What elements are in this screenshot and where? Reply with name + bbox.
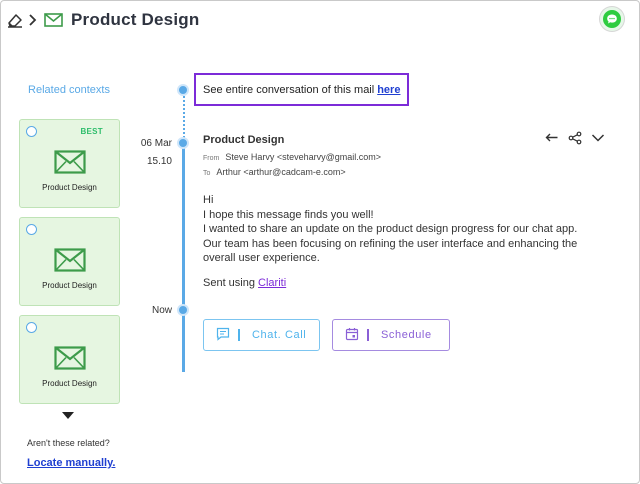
chat-call-label: Chat. Call: [252, 329, 307, 341]
conversation-text: See entire conversation of this mail: [203, 83, 375, 96]
timeline-time: 15.10: [146, 156, 172, 167]
from-label: From: [203, 155, 220, 162]
timeline-date: 06 Mar: [140, 138, 172, 149]
context-radio[interactable]: [26, 224, 37, 235]
sent-using: Sent using Clariti: [203, 277, 286, 289]
reply-icon[interactable]: [545, 132, 559, 144]
context-card[interactable]: Product Design: [19, 217, 120, 306]
chat-icon[interactable]: [600, 7, 624, 31]
timeline-node: [177, 304, 189, 316]
email-to-line: To Arthur <arthur@cadcam-e.com>: [203, 167, 346, 177]
schedule-button[interactable]: Schedule: [332, 319, 450, 351]
context-card[interactable]: Product Design: [19, 315, 120, 404]
share-icon[interactable]: [568, 131, 582, 145]
email-body-line: Our team has been focusing on refining t…: [203, 237, 578, 250]
chevron-right-icon: [28, 13, 38, 27]
chat-call-button[interactable]: Chat. Call: [203, 319, 320, 351]
mail-icon: [54, 346, 86, 375]
conversation-here-link[interactable]: here: [377, 84, 400, 96]
header: Product Design: [6, 8, 199, 32]
eraser-icon[interactable]: [6, 11, 24, 29]
timeline-dotted-line: [183, 96, 185, 138]
from-value: Steve Harvy <steveharvy@gmail.com>: [225, 152, 382, 162]
mail-icon: [44, 13, 63, 27]
email-subject: Product Design: [203, 134, 285, 146]
not-related-text: Aren't these related?: [27, 438, 110, 448]
related-contexts-title: Related contexts: [28, 84, 110, 96]
best-badge: BEST: [80, 127, 103, 136]
locate-manually-link[interactable]: Locate manually.: [27, 457, 115, 469]
timeline-node: [177, 137, 189, 149]
schedule-label: Schedule: [381, 329, 432, 341]
show-more-arrow-icon[interactable]: [62, 412, 74, 419]
context-radio[interactable]: [26, 322, 37, 333]
email-actions: [545, 131, 605, 145]
sent-using-prefix: Sent using: [203, 277, 255, 289]
email-body-line: I wanted to share an update on the produ…: [203, 223, 578, 235]
mail-icon: [54, 248, 86, 277]
context-radio[interactable]: [26, 126, 37, 137]
clariti-link[interactable]: Clariti: [258, 277, 286, 289]
to-label: To: [203, 170, 211, 177]
calendar-icon: [345, 327, 359, 344]
context-card[interactable]: BEST Product Design: [19, 119, 120, 208]
button-divider: [367, 329, 369, 341]
context-card-label: Product Design: [42, 379, 97, 388]
button-divider: [238, 329, 240, 341]
to-value: Arthur <arthur@cadcam-e.com>: [216, 167, 346, 177]
timeline-node: [177, 84, 189, 96]
message-icon: [216, 327, 230, 344]
email-body-line: overall user experience.: [203, 252, 320, 264]
context-card-label: Product Design: [42, 281, 97, 290]
timeline-now: Now: [151, 305, 172, 316]
timeline-line: [182, 140, 185, 372]
email-body-line: I hope this message finds you well!: [203, 208, 374, 221]
email-body: Hi I hope this message finds you well! I…: [203, 193, 593, 266]
mail-icon: [54, 150, 86, 179]
page-title: Product Design: [71, 10, 200, 29]
chevron-down-icon[interactable]: [591, 133, 605, 143]
context-card-label: Product Design: [42, 183, 97, 192]
email-body-line: Hi: [203, 194, 214, 206]
conversation-banner: See entire conversation of this mail her…: [194, 73, 409, 106]
email-from-line: From Steve Harvy <steveharvy@gmail.com>: [203, 152, 381, 162]
